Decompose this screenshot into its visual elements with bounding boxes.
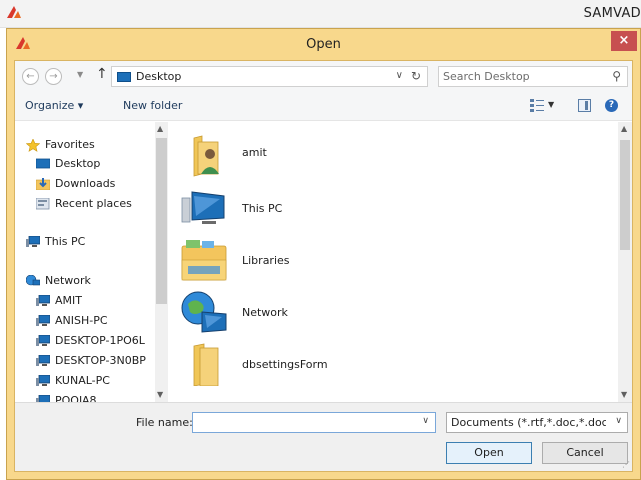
file-list: amit This PC Libraries Network dbsetting…	[168, 122, 618, 402]
file-name-label: File name:	[136, 416, 193, 429]
navigation-pane: Favorites Desktop Downloads Recent place…	[15, 122, 167, 402]
samvad-logo-icon	[6, 5, 22, 22]
list-item[interactable]: dbsettingsForm	[180, 342, 580, 387]
chevron-down-icon[interactable]: ∨	[422, 416, 429, 426]
search-input[interactable]	[443, 69, 603, 84]
preview-pane-icon[interactable]	[578, 99, 591, 112]
network-icon	[25, 274, 41, 287]
scroll-down-icon[interactable]: ▼	[621, 390, 627, 399]
folder-icon	[180, 342, 228, 387]
dialog-client: ← → ▼ ↑ Desktop ∨ ↻ ⚲ Organize ▾ New fol…	[14, 60, 633, 472]
desktop-icon	[117, 72, 131, 82]
resize-grip-icon[interactable]: ⋰	[622, 460, 630, 469]
close-icon: ×	[618, 33, 630, 48]
dialog-titlebar[interactable]: Open ×	[7, 29, 640, 59]
list-item[interactable]: This PC	[180, 186, 580, 230]
new-folder-button[interactable]: New folder	[123, 99, 182, 112]
app-title: SAMVAD	[583, 6, 641, 21]
file-type-select[interactable]: Documents (*.rtf,*.doc,*.docx,*.txt) ∨	[446, 412, 628, 433]
computer-icon	[36, 314, 51, 327]
app-title-bar: SAMVAD	[0, 0, 641, 28]
open-button[interactable]: Open	[446, 442, 532, 464]
file-name-input[interactable]	[196, 415, 406, 430]
list-item[interactable]: Network	[180, 290, 580, 334]
command-toolbar: Organize ▾ New folder ▼ ?	[15, 91, 632, 121]
computer-icon	[36, 294, 51, 307]
organize-menu[interactable]: Organize ▾	[25, 99, 83, 112]
downloads-icon	[35, 178, 51, 191]
desktop-icon	[35, 158, 51, 170]
network-globe-icon	[180, 290, 228, 334]
chevron-down-icon[interactable]: ∨	[615, 416, 622, 426]
open-dialog: Open × ← → ▼ ↑ Desktop ∨ ↻ ⚲ Organize ▾	[6, 28, 641, 480]
scroll-up-icon[interactable]: ▲	[157, 124, 163, 133]
computer-icon	[36, 334, 51, 347]
dialog-title: Open	[306, 37, 341, 52]
star-icon	[25, 138, 41, 152]
view-dropdown-icon[interactable]: ▼	[548, 100, 554, 109]
address-bar[interactable]: Desktop ∨ ↻	[111, 66, 428, 87]
search-box[interactable]: ⚲	[438, 66, 628, 87]
back-button[interactable]: ←	[22, 68, 39, 85]
user-folder-icon	[180, 134, 228, 178]
forward-button[interactable]: →	[45, 68, 62, 85]
view-options-icon[interactable]	[530, 98, 544, 112]
computer-icon	[36, 354, 51, 367]
refresh-icon[interactable]: ↻	[411, 69, 421, 83]
scroll-down-icon[interactable]: ▼	[157, 390, 163, 399]
list-item[interactable]: amit	[180, 134, 580, 178]
back-arrow-icon: ←	[26, 71, 35, 82]
address-row: ← → ▼ ↑ Desktop ∨ ↻ ⚲	[15, 61, 632, 91]
help-icon[interactable]: ?	[605, 99, 618, 112]
file-list-scrollbar[interactable]: ▲ ▼	[618, 122, 632, 402]
scrollbar-thumb[interactable]	[620, 140, 630, 250]
up-arrow-icon[interactable]: ↑	[96, 66, 108, 82]
chevron-down-icon[interactable]: ∨	[396, 70, 403, 81]
navigation-pane-scrollbar[interactable]: ▲ ▼	[155, 122, 168, 402]
computer-icon	[36, 374, 51, 387]
cancel-button[interactable]: Cancel	[542, 442, 628, 464]
address-location: Desktop	[136, 70, 182, 83]
dialog-footer: File name: ∨ Documents (*.rtf,*.doc,*.do…	[15, 402, 632, 471]
computer-icon	[180, 186, 228, 230]
scroll-up-icon[interactable]: ▲	[621, 124, 627, 133]
list-item[interactable]: Libraries	[180, 238, 580, 282]
computer-icon	[36, 394, 51, 402]
libraries-icon	[180, 238, 228, 282]
search-icon[interactable]: ⚲	[612, 69, 621, 83]
close-button[interactable]: ×	[611, 31, 637, 51]
recent-locations-dropdown-icon[interactable]: ▼	[77, 70, 83, 79]
file-type-value: Documents (*.rtf,*.doc,*.docx,*.txt)	[451, 416, 606, 429]
computer-icon	[26, 235, 41, 248]
recent-places-icon	[35, 197, 50, 210]
file-name-combobox[interactable]: ∨	[192, 412, 436, 433]
forward-arrow-icon: →	[49, 71, 58, 82]
scrollbar-thumb[interactable]	[156, 138, 167, 304]
